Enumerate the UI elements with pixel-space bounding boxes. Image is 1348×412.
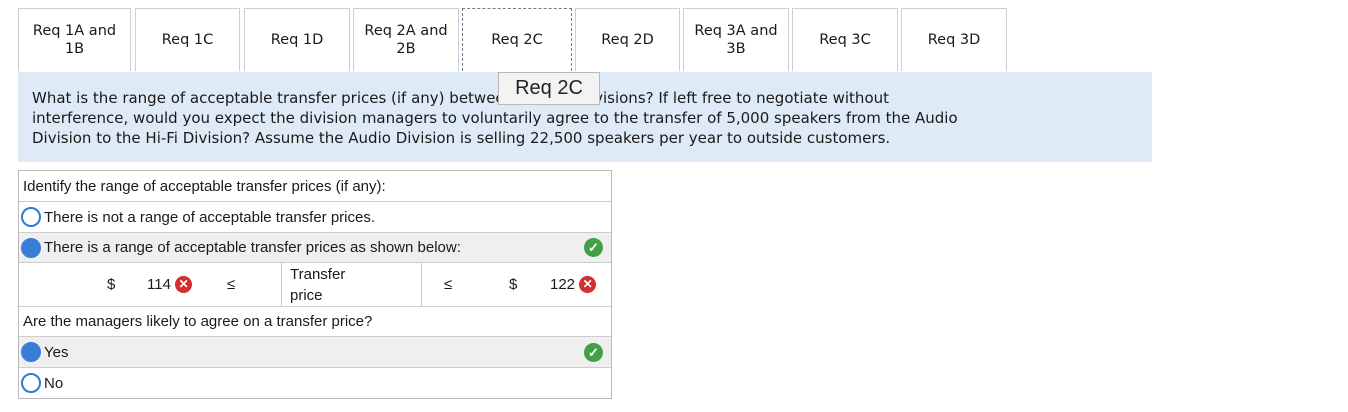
dollar-sign-left: $ [107,276,116,293]
answer-panel: Identify the range of acceptable transfe… [18,170,612,399]
tab-req-1c[interactable]: Req 1C [135,8,240,71]
dollar-sign-right: $ [509,276,518,293]
transfer-price-label: Transfer price [290,265,346,304]
option-range-row[interactable]: There is a range of acceptable transfer … [19,233,611,263]
option-yes-row[interactable]: Yes ✓ [19,337,611,368]
tab-tooltip: Req 2C [498,72,600,105]
radio-no-range[interactable] [21,207,41,227]
leq-sign-left: ≤ [227,276,236,293]
tab-bar: Req 1A and 1B Req 1C Req 1D Req 2A and 2… [18,8,1152,73]
option-no-label: No [44,374,64,392]
tab-req-3a-3b[interactable]: Req 3A and 3B [683,8,789,71]
part2-prompt-row: Are the managers likely to agree on a tr… [19,307,611,337]
tab-req-3d[interactable]: Req 3D [901,8,1007,71]
option-no-range-row[interactable]: There is not a range of acceptable trans… [19,202,611,233]
part1-prompt: Identify the range of acceptable transfe… [23,177,386,195]
question-line-2: interference, would you expect the divis… [32,109,958,127]
radio-range[interactable] [21,237,41,258]
lower-bound-value[interactable]: 114 ✕ [147,263,193,306]
question-line-3: Division to the Hi-Fi Division? Assume t… [32,129,891,147]
option-range-label: There is a range of acceptable transfer … [44,239,461,256]
option-no-row[interactable]: No [19,368,611,398]
tab-req-2a-2b[interactable]: Req 2A and 2B [353,8,459,71]
tab-req-2d[interactable]: Req 2D [575,8,680,71]
leq-sign-right: ≤ [444,276,453,293]
part1-prompt-row: Identify the range of acceptable transfe… [19,171,611,202]
tab-req-1a-1b[interactable]: Req 1A and 1B [18,8,131,71]
option-yes-label: Yes [44,343,69,361]
incorrect-x-icon: ✕ [579,276,597,293]
correct-check-icon: ✓ [584,238,603,257]
tab-req-2c[interactable]: Req 2C [462,8,572,71]
upper-bound-value[interactable]: 122 ✕ [550,263,597,306]
incorrect-x-icon: ✕ [175,276,193,293]
divider [281,263,282,306]
transfer-price-row: $ 114 ✕ ≤ Transfer price ≤ $ 122 ✕ [19,263,611,307]
tab-req-1d[interactable]: Req 1D [244,8,350,71]
radio-no[interactable] [21,373,41,393]
tab-req-3c[interactable]: Req 3C [792,8,898,71]
correct-check-icon: ✓ [584,342,603,362]
divider [421,263,422,306]
radio-yes[interactable] [21,342,41,362]
option-no-range-label: There is not a range of acceptable trans… [44,208,376,226]
part2-prompt: Are the managers likely to agree on a tr… [23,313,373,330]
